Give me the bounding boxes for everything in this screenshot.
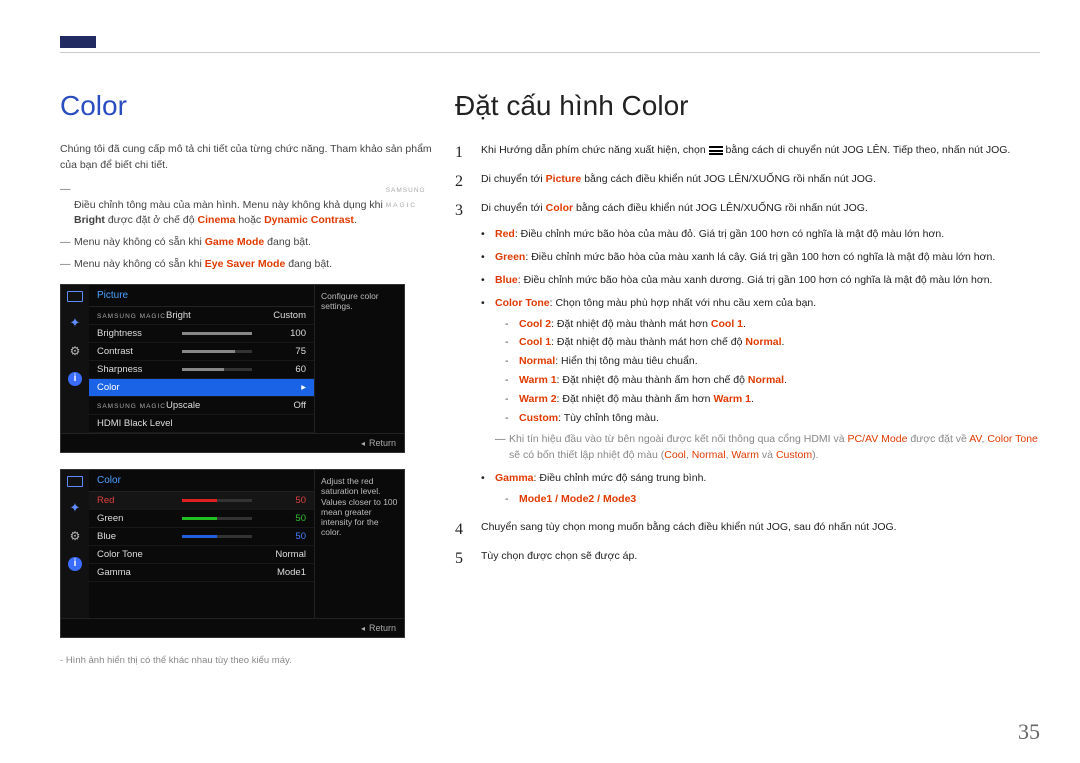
note-item: Menu này không có sẵn khi Eye Saver Mode… [60, 257, 435, 273]
gear-icon: ⚙ [66, 344, 84, 358]
menu-icon [709, 146, 723, 155]
tone-item: Normal: Hiển thị tông màu tiêu chuẩn. [505, 353, 1040, 370]
adjust-icon: ✦ [66, 316, 84, 330]
osd-title: Color [89, 470, 314, 492]
step-item: Di chuyển tới Picture bằng cách điều khi… [455, 171, 1040, 188]
osd-row[interactable]: SAMSUNG MAGICUpscale Off [89, 397, 314, 415]
footnote: ‐ Hình ảnh hiển thị có thể khác nhau tùy… [60, 654, 435, 668]
osd-row[interactable]: Color Tone Normal [89, 546, 314, 564]
step-item: Chuyển sang tùy chọn mong muốn bằng cách… [455, 519, 1040, 536]
info-icon: i [68, 372, 82, 386]
header-rule [60, 52, 1040, 53]
monitor-icon [67, 476, 83, 487]
osd-row[interactable]: Sharpness 60 [89, 361, 314, 379]
section-title: Color [60, 90, 435, 122]
steps-list: Khi Hướng dẫn phím chức năng xuất hiện, … [455, 142, 1040, 565]
osd-row[interactable]: SAMSUNG MAGICBright Custom [89, 307, 314, 325]
step-item: Tùy chọn được chọn sẽ được áp. [455, 548, 1040, 565]
notes-list: Điều chỉnh tông màu của màn hình. Menu n… [60, 182, 435, 273]
tone-item: Custom: Tùy chỉnh tông màu. [505, 410, 1040, 427]
osd-color: ✦ ⚙ i Color Red 50 Green [60, 469, 405, 638]
tone-item: Warm 2: Đặt nhiệt độ màu thành ấm hơn Wa… [505, 391, 1040, 408]
note-item: Menu này không có sẵn khi Game Mode đang… [60, 235, 435, 251]
tone-item: Cool 2: Đặt nhiệt độ màu thành mát hơn C… [505, 316, 1040, 333]
tone-item: Warm 1: Đặt nhiệt độ màu thành ấm hơn ch… [505, 372, 1040, 389]
info-icon: i [68, 557, 82, 571]
adjust-icon: ✦ [66, 501, 84, 515]
tone-item: Cool 1: Đặt nhiệt độ màu thành mát hơn c… [505, 334, 1040, 351]
intro-text: Chúng tôi đã cung cấp mô tả chi tiết của… [60, 142, 435, 174]
colortone-desc: Color Tone: Chọn tông màu phù hợp nhất v… [481, 295, 1040, 464]
note-item: Điều chỉnh tông màu của màn hình. Menu n… [60, 182, 435, 229]
color-desc: Blue: Điều chỉnh mức bão hòa của màu xan… [481, 272, 1040, 289]
osd-return[interactable]: ◂Return [61, 433, 404, 452]
osd-row[interactable]: Blue 50 [89, 528, 314, 546]
header-accent [60, 36, 96, 48]
hdmi-note: Khi tín hiệu đầu vào từ bên ngoài được k… [495, 432, 1040, 464]
gamma-modes: Mode1 / Mode2 / Mode3 [505, 491, 1040, 508]
step-item: Di chuyển tới Color bằng cách điều khiển… [455, 200, 1040, 508]
osd-row[interactable]: Green 50 [89, 510, 314, 528]
osd-row[interactable]: Gamma Mode1 [89, 564, 314, 582]
osd-hint: Configure color settings. [314, 285, 404, 433]
step-item: Khi Hướng dẫn phím chức năng xuất hiện, … [455, 142, 1040, 159]
monitor-icon [67, 291, 83, 302]
osd-title: Picture [89, 285, 314, 307]
osd-picture: ✦ ⚙ i Picture SAMSUNG MAGICBright Custom… [60, 284, 405, 453]
osd-row[interactable]: Contrast 75 [89, 343, 314, 361]
osd-row[interactable]: Brightness 100 [89, 325, 314, 343]
osd-row-selected[interactable]: Color ▸ [89, 379, 314, 397]
color-desc: Red: Điều chỉnh mức bão hòa của màu đỏ. … [481, 226, 1040, 243]
osd-return[interactable]: ◂Return [61, 618, 404, 637]
gear-icon: ⚙ [66, 529, 84, 543]
osd-row[interactable]: Red 50 [89, 492, 314, 510]
gamma-desc: Gamma: Điều chỉnh mức độ sáng trung bình… [481, 470, 1040, 508]
osd-row[interactable]: HDMI Black Level [89, 415, 314, 433]
color-desc: Green: Điều chỉnh mức bão hòa của màu xa… [481, 249, 1040, 266]
section-title: Đặt cấu hình Color [455, 90, 1040, 122]
osd-hint: Adjust the red saturation level. Values … [314, 470, 404, 618]
page-number: 35 [1018, 719, 1040, 745]
